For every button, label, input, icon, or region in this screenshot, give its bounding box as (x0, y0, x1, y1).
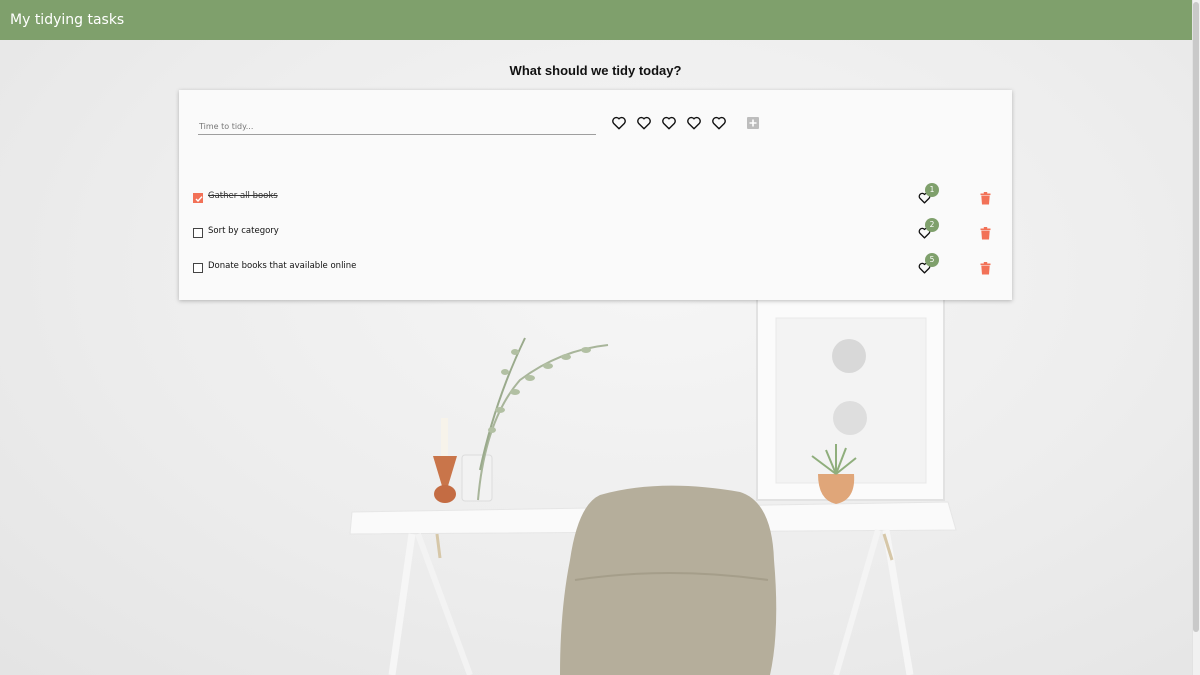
likes-badge: 1 (925, 183, 939, 197)
task-label: Donate books that available online (208, 261, 357, 271)
page-heading: What should we tidy today? (509, 63, 682, 78)
trash-icon[interactable] (980, 262, 991, 275)
task-row: Gather all books 1 (193, 183, 993, 209)
add-task-button[interactable] (747, 117, 759, 129)
trash-icon[interactable] (980, 227, 991, 240)
task-checkbox[interactable] (193, 193, 203, 203)
likes-badge: 2 (925, 218, 939, 232)
app-title: My tidying tasks (10, 12, 125, 28)
plus-icon (749, 119, 757, 127)
heart-icon[interactable] (661, 116, 677, 130)
task-label: Sort by category (208, 226, 279, 236)
app-header: My tidying tasks (0, 0, 1192, 40)
task-checkbox[interactable] (193, 228, 203, 238)
scrollbar-thumb[interactable] (1193, 2, 1199, 632)
priority-rating (611, 116, 727, 130)
heart-icon[interactable] (711, 116, 727, 130)
checkmark-icon (195, 196, 203, 203)
new-task-input[interactable] (198, 120, 596, 135)
task-row: Donate books that available online 5 (193, 253, 993, 279)
heart-icon[interactable] (611, 116, 627, 130)
heart-icon[interactable] (636, 116, 652, 130)
trash-icon[interactable] (980, 192, 991, 205)
task-label: Gather all books (208, 191, 278, 201)
heart-icon[interactable] (686, 116, 702, 130)
task-checkbox[interactable] (193, 263, 203, 273)
task-row: Sort by category 2 (193, 218, 993, 244)
page-scrollbar[interactable] (1192, 0, 1200, 675)
task-card: Gather all books 1 Sort by category 2 Do… (179, 90, 1012, 300)
likes-badge: 5 (925, 253, 939, 267)
